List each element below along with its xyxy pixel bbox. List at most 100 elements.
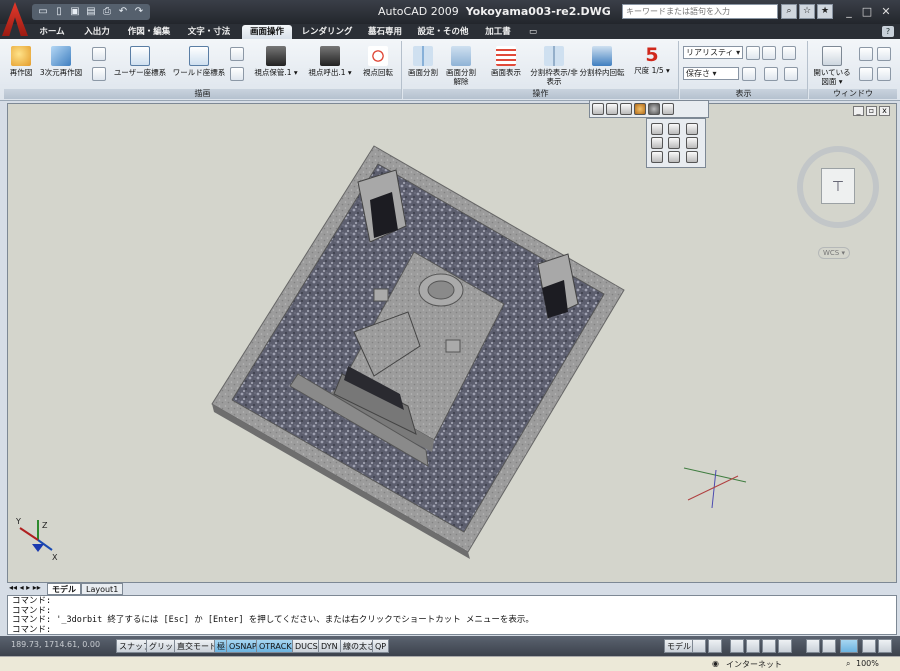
undo-icon[interactable]: ↶ xyxy=(116,5,130,19)
layout-view-icon[interactable] xyxy=(692,639,706,653)
tab-minimize-ribbon[interactable]: ▭ xyxy=(524,25,542,39)
viewcube[interactable]: ⊤ xyxy=(797,146,879,228)
tile-horizontal-icon[interactable] xyxy=(859,47,873,61)
ucs-axis-icon[interactable] xyxy=(230,67,244,81)
dyn-toggle[interactable]: DYN xyxy=(318,639,341,653)
view-save-button[interactable]: 視点保管.1 ▾ xyxy=(250,46,302,77)
split-button[interactable]: 画面分割 xyxy=(405,46,441,77)
draw-panel-title[interactable]: 描画 xyxy=(4,89,401,99)
tab-view-ops[interactable]: 画面操作 xyxy=(242,25,292,39)
gravestone-3d-model[interactable]: Z Y X xyxy=(8,104,896,582)
command-prompt[interactable]: コマンド: xyxy=(12,625,892,636)
ucs-origin-icon[interactable] xyxy=(230,47,244,61)
browser-zoom-level[interactable]: 100% xyxy=(856,659,879,668)
clean-screen-icon[interactable] xyxy=(878,639,892,653)
regen-button[interactable]: 再作図 xyxy=(6,46,36,77)
arrange-icon[interactable] xyxy=(877,67,891,81)
quick-view-icon[interactable] xyxy=(708,639,722,653)
osnap-toggle[interactable]: OSNAP xyxy=(226,639,260,653)
realistic-icon[interactable] xyxy=(634,103,646,115)
2d-wireframe-icon[interactable] xyxy=(592,103,604,115)
tab-draw-edit[interactable]: 作図・編集 xyxy=(120,25,178,39)
open-folder-icon[interactable]: ▭ xyxy=(36,5,50,19)
tile-vertical-icon[interactable] xyxy=(877,47,891,61)
eraser-icon[interactable] xyxy=(92,67,106,81)
sw-iso-icon[interactable] xyxy=(651,151,663,163)
zoom-icon[interactable] xyxy=(742,67,756,81)
tab-home[interactable]: ホーム xyxy=(30,25,74,39)
viewport-minimize-button[interactable]: _ xyxy=(853,106,864,116)
layout-nav-icons[interactable]: ◂◂ ◂ ▸ ▸▸ xyxy=(9,583,41,592)
lock-icon[interactable] xyxy=(840,639,858,653)
orbit-icon[interactable] xyxy=(764,67,778,81)
right-view-icon[interactable] xyxy=(651,137,663,149)
tab-gravestone[interactable]: 墓石専用 xyxy=(360,25,410,39)
save-as-icon[interactable]: ▤ xyxy=(84,5,98,19)
front-view-icon[interactable] xyxy=(668,137,681,149)
display-button[interactable]: 画面表示 xyxy=(487,46,525,77)
search-icon[interactable]: ⌕ xyxy=(781,4,797,19)
viewport-close-button[interactable]: x xyxy=(879,106,890,116)
named-view-icon[interactable] xyxy=(784,67,798,81)
pan-icon[interactable] xyxy=(782,46,796,60)
saved-view-select[interactable]: 保存さ ▾ xyxy=(683,67,739,80)
tab-layout1[interactable]: Layout1 xyxy=(81,583,124,595)
top-view-icon[interactable] xyxy=(651,123,663,135)
status-menu-icon[interactable] xyxy=(862,639,876,653)
tab-io[interactable]: 入出力 xyxy=(76,25,118,39)
se-iso-icon[interactable] xyxy=(668,151,681,163)
open-drawings-button[interactable]: 開いている図面 ▾ xyxy=(811,46,853,86)
scale-button[interactable]: 5 尺度 1/5 ▾ xyxy=(629,44,675,75)
save-icon[interactable]: ▣ xyxy=(68,5,82,19)
ops-panel-title[interactable]: 操作 xyxy=(403,89,678,99)
communication-center-icon[interactable]: ☆ xyxy=(799,4,815,19)
hidden-icon[interactable] xyxy=(620,103,632,115)
maximize-button[interactable]: □ xyxy=(858,4,876,19)
wcs-button[interactable]: ワールド座標系 xyxy=(170,46,228,77)
shade-icon[interactable] xyxy=(762,46,776,60)
annotation-scale-icon[interactable] xyxy=(806,639,820,653)
display-panel-title[interactable]: 表示 xyxy=(680,89,807,99)
3d-wireframe-icon[interactable] xyxy=(606,103,618,115)
minimize-button[interactable]: _ xyxy=(840,4,858,19)
window-panel-title[interactable]: ウィンドウ xyxy=(809,89,897,99)
visual-style-icon[interactable] xyxy=(746,46,760,60)
search-input[interactable] xyxy=(622,4,778,19)
print-icon[interactable]: ⎙ xyxy=(100,5,114,19)
bottom-view-icon[interactable] xyxy=(668,123,681,135)
redo-icon[interactable]: ↷ xyxy=(132,5,146,19)
split-off-button[interactable]: 画面分割解除 xyxy=(443,46,479,86)
viewcube-top-face-icon[interactable]: ⊤ xyxy=(821,168,855,204)
favorites-icon[interactable]: ★ xyxy=(817,4,833,19)
frame-rotate-button[interactable]: 分割枠内回転 xyxy=(579,46,625,77)
back-view-icon[interactable] xyxy=(685,137,698,149)
tab-text-dim[interactable]: 文字・寸法 xyxy=(180,25,238,39)
wcs-menu[interactable]: WCS ▾ xyxy=(818,247,850,259)
tab-model[interactable]: モデル xyxy=(47,583,81,595)
qp-toggle[interactable]: QP xyxy=(372,639,390,653)
tab-render[interactable]: レンダリング xyxy=(296,25,358,39)
model-viewport[interactable]: Z Y X _ ▫ x ⊤ WCS ▾ xyxy=(7,100,897,583)
tab-processing[interactable]: 加工書 xyxy=(476,25,520,39)
coordinate-readout[interactable]: 189.73, 1714.61, 0.00 xyxy=(11,640,100,649)
frame-toggle-button[interactable]: 分割枠表示/非表示 xyxy=(529,46,579,86)
viewport-restore-button[interactable]: ▫ xyxy=(866,106,877,116)
help-icon[interactable]: ? xyxy=(882,26,894,37)
zoom-status-icon[interactable] xyxy=(746,639,760,653)
ne-iso-icon[interactable] xyxy=(685,151,698,163)
otrack-toggle[interactable]: OTRACK xyxy=(256,639,295,653)
orbit-status-icon[interactable] xyxy=(762,639,776,653)
regen3d-button[interactable]: 3次元再作図 xyxy=(38,46,84,77)
visual-style-manager-icon[interactable] xyxy=(662,103,674,115)
cascade-icon[interactable] xyxy=(859,67,873,81)
showmotion-icon[interactable] xyxy=(778,639,792,653)
workspace-icon[interactable] xyxy=(822,639,836,653)
zoom-icon-browser[interactable]: ⌕ xyxy=(846,659,850,669)
left-view-icon[interactable] xyxy=(685,123,698,135)
new-file-icon[interactable]: ▯ xyxy=(52,5,66,19)
command-window[interactable]: コマンド: コマンド: コマンド: '_3dorbit 終了するには [Esc]… xyxy=(7,595,897,635)
tab-settings[interactable]: 設定・その他 xyxy=(412,25,474,39)
pan-status-icon[interactable] xyxy=(730,639,744,653)
pencil-icon[interactable] xyxy=(92,47,106,61)
view-rotate-button[interactable]: 視点回転 xyxy=(358,46,398,77)
